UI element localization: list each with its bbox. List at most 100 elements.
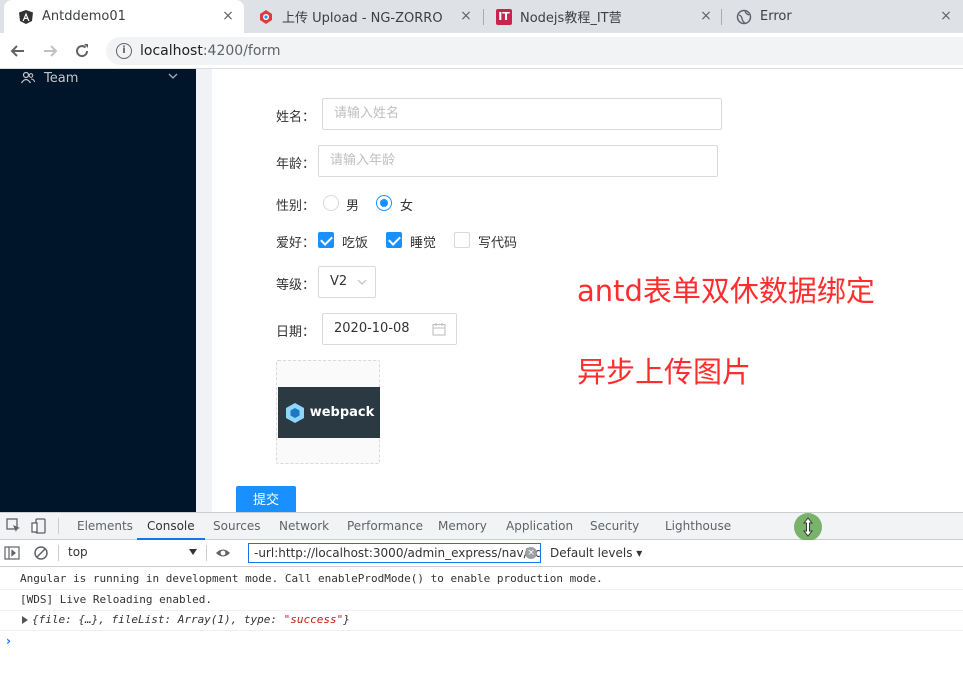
toolbar-divider bbox=[58, 545, 59, 561]
tab-title: Antddemo01 bbox=[42, 9, 126, 24]
sidebar-item-team[interactable]: Team bbox=[20, 69, 180, 87]
browser-tab-antddemo[interactable]: Antddemo01 × bbox=[4, 0, 244, 33]
resize-cursor-indicator bbox=[794, 513, 822, 541]
upload-card[interactable]: webpack bbox=[276, 360, 380, 464]
close-tab-icon[interactable]: × bbox=[698, 8, 714, 24]
tab-title: Error bbox=[760, 9, 792, 24]
log-levels-dropdown[interactable]: Default levels ▾ bbox=[550, 546, 642, 560]
url-path: :4200/form bbox=[202, 43, 281, 59]
level-label: 等级： bbox=[276, 278, 316, 293]
resize-vertical-icon bbox=[802, 517, 814, 537]
browser-toolbar: i localhost:4200/form bbox=[0, 33, 963, 69]
devtools-tab-application[interactable]: Application bbox=[506, 513, 573, 540]
object-type-value: "success" bbox=[283, 613, 344, 626]
arrow-right-icon bbox=[44, 45, 58, 57]
object-preview-end: } bbox=[343, 613, 350, 626]
back-button[interactable] bbox=[6, 39, 30, 63]
browser-tab-itying[interactable]: IT Nodejs教程_IT营 × bbox=[482, 0, 722, 33]
gender-option-label: 男 bbox=[346, 199, 360, 214]
gender-radio-male[interactable] bbox=[323, 195, 339, 211]
annotation-form-binding: antd表单双休数据绑定 bbox=[577, 274, 875, 308]
caret-down-icon bbox=[189, 549, 197, 555]
sidebar: Team bbox=[0, 69, 196, 512]
browser-tab-strip: Antddemo01 × 上传 Upload - NG-ZORRO × IT N… bbox=[0, 0, 963, 33]
console-row-divider bbox=[0, 589, 963, 590]
age-label: 年龄： bbox=[276, 157, 316, 172]
uploaded-image-text: webpack bbox=[309, 405, 375, 420]
info-icon[interactable]: i bbox=[116, 43, 132, 59]
expand-triangle-icon[interactable] bbox=[22, 616, 28, 624]
devtools-tab-sources[interactable]: Sources bbox=[213, 513, 260, 540]
sidebar-item-label: Team bbox=[44, 70, 79, 86]
devtools-tab-console[interactable]: Console bbox=[137, 513, 205, 540]
age-input[interactable]: 请输入年龄 bbox=[318, 145, 718, 177]
devtools-panel: Elements Console Sources Network Perform… bbox=[0, 512, 963, 689]
calendar-icon bbox=[432, 323, 446, 336]
chevron-down-icon bbox=[168, 73, 178, 79]
console-message: Angular is running in development mode. … bbox=[20, 572, 603, 585]
devtools-tab-elements[interactable]: Elements bbox=[77, 513, 133, 540]
hobby-option-label: 写代码 bbox=[478, 236, 518, 251]
chevron-down-icon bbox=[357, 279, 367, 285]
console-message: [WDS] Live Reloading enabled. bbox=[20, 593, 213, 606]
hobby-checkbox-code[interactable] bbox=[454, 232, 470, 248]
date-value: 2020-10-08 bbox=[334, 321, 410, 336]
level-value: V2 bbox=[330, 274, 348, 289]
filter-text: -url:http://localhost:3000/admin_express… bbox=[254, 546, 541, 560]
console-row-divider bbox=[0, 630, 963, 631]
devtools-tab-performance[interactable]: Performance bbox=[347, 513, 423, 540]
hobby-checkbox-eat[interactable] bbox=[318, 232, 334, 248]
devtools-tab-network[interactable]: Network bbox=[279, 513, 329, 540]
toolbar-divider bbox=[58, 518, 59, 534]
show-sidebar-icon[interactable] bbox=[4, 545, 20, 561]
gender-radio-female[interactable] bbox=[376, 195, 392, 211]
devtools-tab-memory[interactable]: Memory bbox=[438, 513, 487, 540]
devtools-tab-security[interactable]: Security bbox=[590, 513, 639, 540]
inspect-element-icon[interactable] bbox=[6, 518, 22, 534]
context-selector[interactable]: top bbox=[68, 545, 88, 559]
hobby-checkbox-sleep[interactable] bbox=[386, 232, 402, 248]
page-viewport: Team 姓名： 请输入姓名 年龄： 请输入年龄 性别： 男 女 爱好： 吃饭 … bbox=[0, 69, 963, 512]
console-row-divider bbox=[0, 610, 963, 611]
browser-tab-error[interactable]: Error × bbox=[722, 0, 962, 33]
arrow-left-icon bbox=[10, 45, 24, 57]
device-toolbar-icon[interactable] bbox=[31, 518, 47, 534]
uploaded-image: webpack bbox=[278, 387, 380, 438]
reload-button[interactable] bbox=[70, 39, 94, 63]
console-filter-input[interactable]: -url:http://localhost:3000/admin_express… bbox=[248, 543, 541, 563]
hobby-option-label: 睡觉 bbox=[410, 236, 437, 251]
devtools-tab-lighthouse[interactable]: Lighthouse bbox=[665, 513, 731, 540]
hobby-label: 爱好： bbox=[276, 236, 316, 251]
close-tab-icon[interactable]: × bbox=[938, 8, 954, 24]
eye-icon[interactable] bbox=[215, 545, 231, 561]
hobby-option-label: 吃饭 bbox=[342, 236, 369, 251]
object-preview: {file: {…}, fileList: Array(1), type: bbox=[32, 613, 284, 626]
address-bar[interactable]: i localhost:4200/form bbox=[106, 37, 963, 65]
browser-tab-ng-zorro[interactable]: 上传 Upload - NG-ZORRO × bbox=[244, 0, 482, 33]
clear-filter-icon[interactable]: × bbox=[525, 547, 537, 559]
name-label: 姓名： bbox=[276, 110, 316, 125]
content-gutter bbox=[196, 69, 212, 512]
angular-icon bbox=[18, 9, 34, 25]
team-icon bbox=[20, 71, 36, 84]
close-tab-icon[interactable]: × bbox=[220, 8, 236, 24]
reload-icon bbox=[76, 44, 89, 58]
toolbar-divider bbox=[206, 545, 207, 561]
close-tab-icon[interactable]: × bbox=[458, 8, 474, 24]
webpack-logo-icon bbox=[285, 402, 304, 423]
forward-button[interactable] bbox=[38, 39, 62, 63]
date-picker[interactable]: 2020-10-08 bbox=[322, 313, 457, 345]
globe-icon bbox=[736, 9, 752, 25]
ng-zorro-icon bbox=[258, 9, 274, 25]
name-input[interactable]: 请输入姓名 bbox=[322, 98, 722, 130]
annotation-async-upload: 异步上传图片 bbox=[577, 355, 752, 389]
level-select[interactable]: V2 bbox=[318, 266, 376, 298]
console-object-log[interactable]: {file: {…}, fileList: Array(1), type: "s… bbox=[32, 613, 350, 626]
tab-title: 上传 Upload - NG-ZORRO bbox=[282, 11, 443, 26]
console-prompt[interactable]: › bbox=[6, 634, 11, 648]
clear-console-icon[interactable] bbox=[33, 545, 49, 561]
url-text: localhost:4200/form bbox=[140, 43, 281, 59]
console-filter-bar: top -url:http://localhost:3000/admin_exp… bbox=[0, 540, 963, 567]
submit-button[interactable]: 提交 bbox=[236, 486, 296, 512]
devtools-tab-bar: Elements Console Sources Network Perform… bbox=[0, 513, 963, 541]
